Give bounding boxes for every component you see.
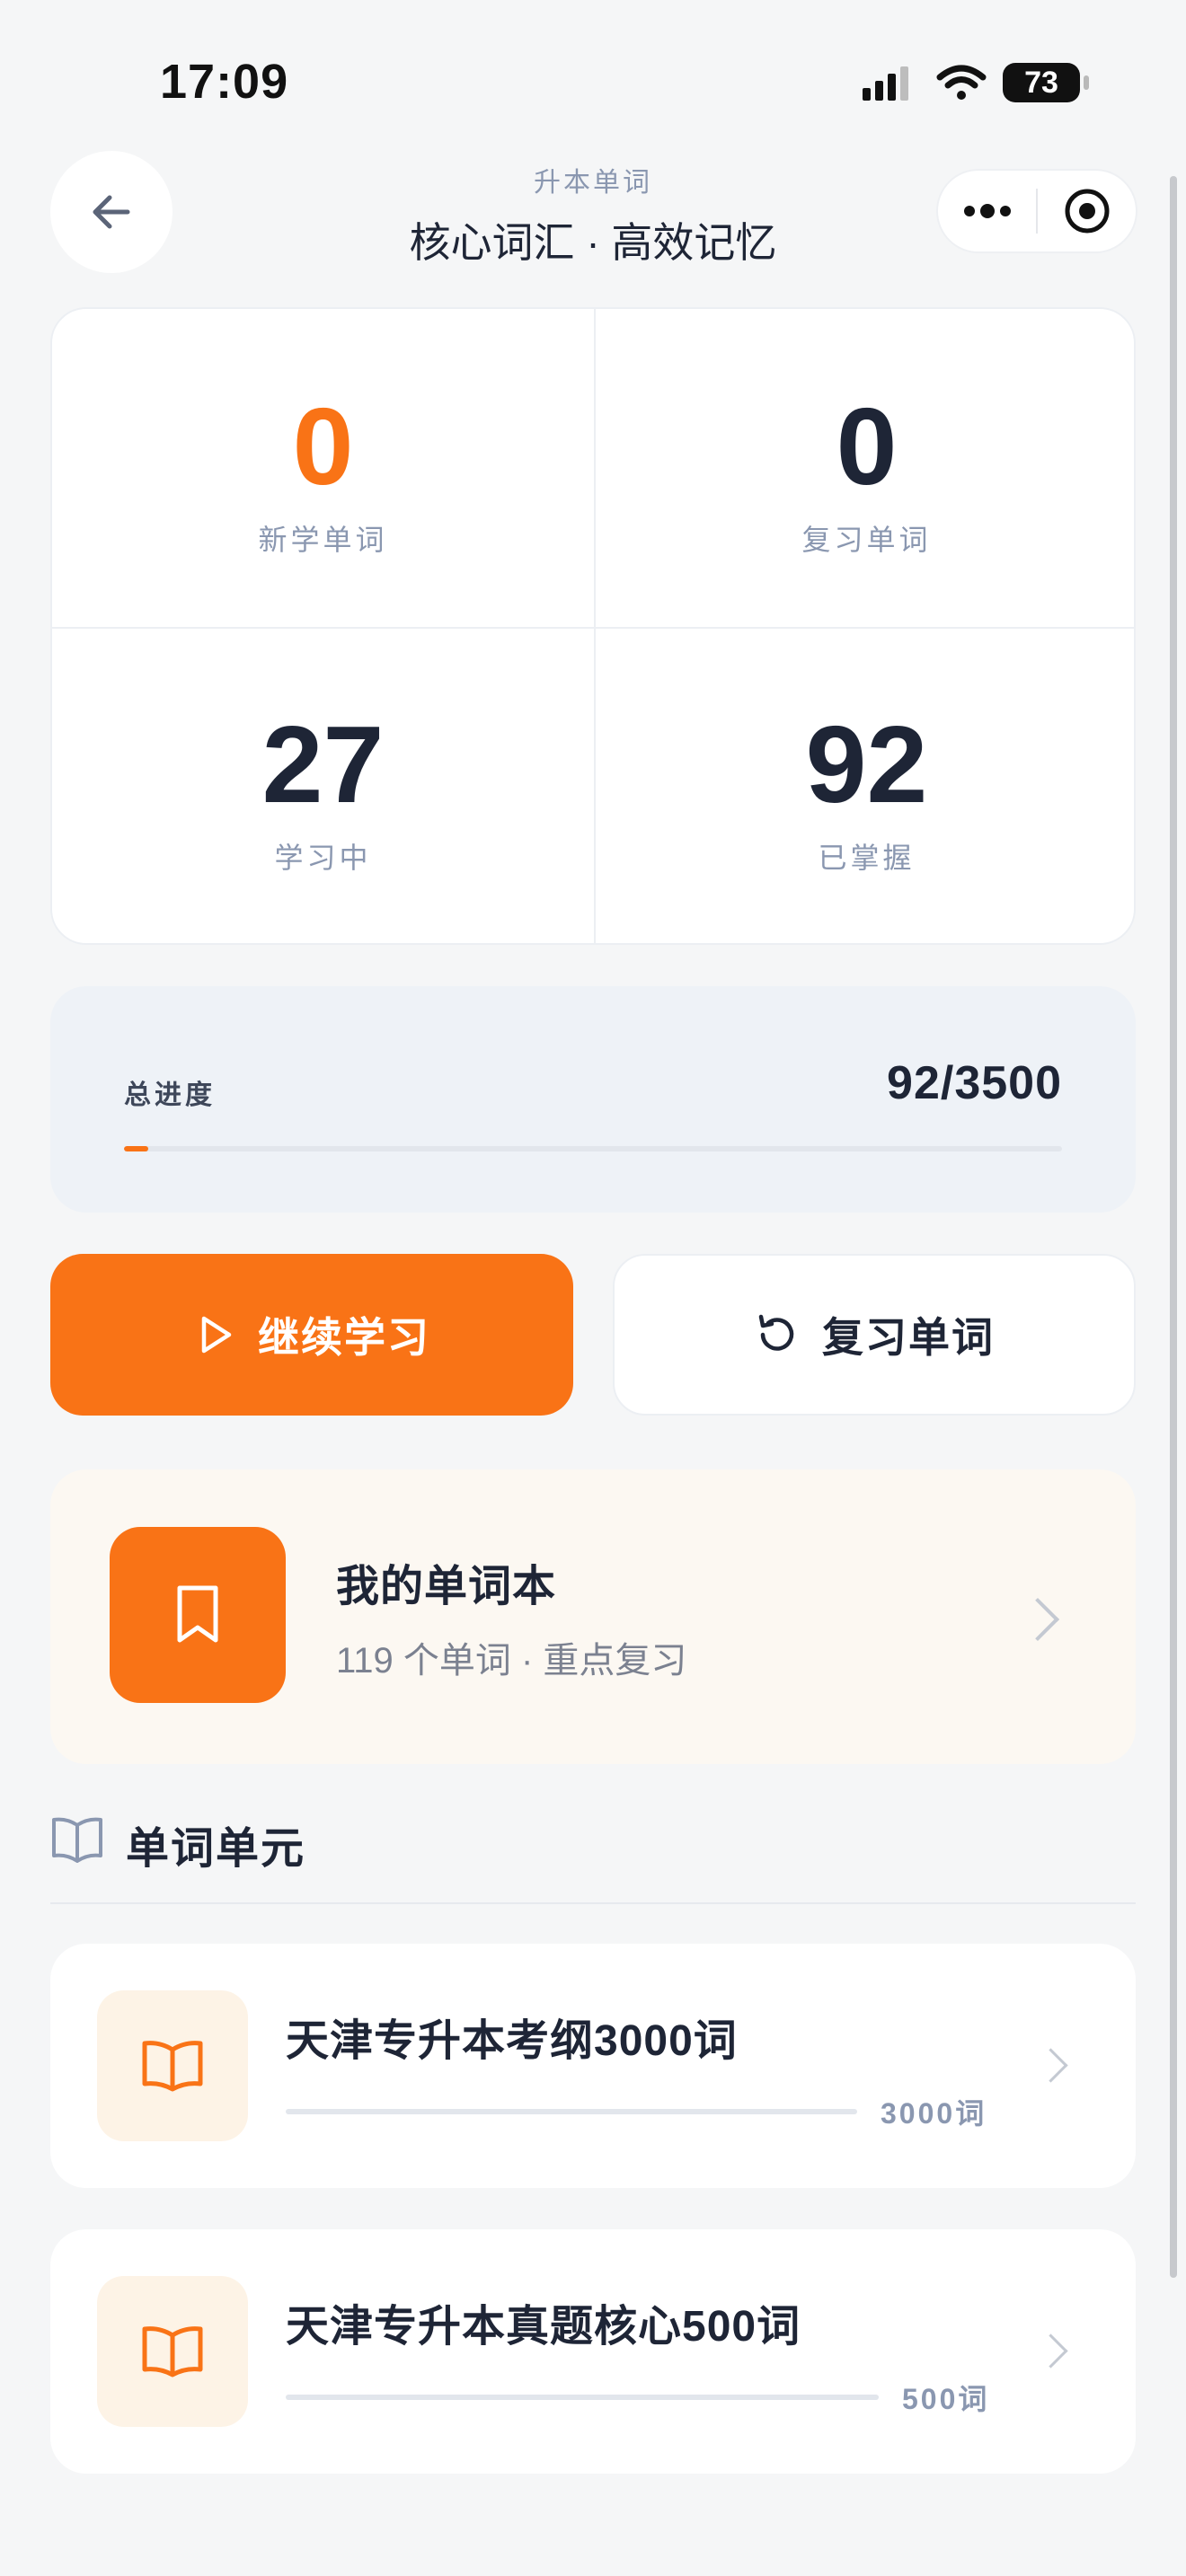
refresh-icon xyxy=(758,1314,794,1351)
battery-icon: 73 xyxy=(1003,63,1089,102)
stats-card: 0 新学单词 0 复习单词 27 学习中 92 已掌握 xyxy=(50,307,1136,945)
more-dots-icon xyxy=(963,204,1011,218)
unit-icon-tile xyxy=(97,1990,248,2141)
stat-new-value: 0 xyxy=(292,385,354,507)
scrollbar[interactable] xyxy=(1170,176,1177,2278)
book-open-icon xyxy=(50,1816,104,1867)
section-divider xyxy=(50,1902,1136,1904)
chevron-right-icon xyxy=(1033,2333,1068,2369)
unit-card[interactable]: 天津专升本考纲3000词 3000词 xyxy=(50,1944,1136,2188)
wifi-icon xyxy=(936,65,987,100)
stat-review-value: 0 xyxy=(836,385,898,507)
notebook-title: 我的单词本 xyxy=(336,1563,557,1610)
unit-title: 天津专升本考纲3000词 xyxy=(286,2017,738,2065)
target-icon xyxy=(1065,189,1109,234)
bookmark-icon xyxy=(177,1585,218,1643)
more-button[interactable] xyxy=(938,171,1036,251)
unit-title: 天津专升本真题核心500词 xyxy=(286,2303,801,2351)
unit-icon-tile xyxy=(97,2276,248,2427)
stat-mastered-label: 已掌握 xyxy=(818,842,916,874)
unit-progress-bar xyxy=(286,2109,857,2114)
close-miniprogram-button[interactable] xyxy=(1038,171,1136,251)
stat-review: 0 复习单词 xyxy=(596,392,1137,559)
signal-icon xyxy=(863,66,908,101)
stat-learning-label: 学习中 xyxy=(274,842,372,874)
stat-mastered: 92 已掌握 xyxy=(596,710,1137,877)
stats-divider-horizontal xyxy=(52,627,1134,629)
continue-learning-label: 继续学习 xyxy=(258,1314,430,1361)
miniprogram-capsule xyxy=(936,169,1137,253)
unit-word-count: 500词 xyxy=(902,2383,990,2415)
progress-value: 92/3500 xyxy=(887,1057,1062,1109)
progress-fill xyxy=(124,1146,149,1151)
notebook-subtitle: 119 个单词 · 重点复习 xyxy=(336,1641,687,1681)
battery-level: 73 xyxy=(1024,65,1058,100)
notebook-icon-tile xyxy=(110,1527,286,1703)
review-words-button[interactable]: 复习单词 xyxy=(613,1254,1136,1416)
stat-learning-value: 27 xyxy=(261,703,385,825)
continue-learning-button[interactable]: 继续学习 xyxy=(50,1254,573,1416)
stat-learning: 27 学习中 xyxy=(52,710,594,877)
progress-card: 总进度 92/3500 xyxy=(50,986,1136,1213)
review-words-label: 复习单词 xyxy=(822,1314,995,1361)
book-open-icon xyxy=(142,2041,203,2092)
stat-mastered-value: 92 xyxy=(805,703,928,825)
stat-new: 0 新学单词 xyxy=(52,392,594,559)
unit-card[interactable]: 天津专升本真题核心500词 500词 xyxy=(50,2229,1136,2474)
status-time: 17:09 xyxy=(160,55,289,109)
play-icon xyxy=(201,1316,232,1354)
stat-review-label: 复习单词 xyxy=(801,524,932,556)
word-notebook-card[interactable]: 我的单词本 119 个单词 · 重点复习 xyxy=(50,1469,1136,1764)
section-title: 单词单元 xyxy=(126,1825,306,1873)
book-open-icon xyxy=(142,2326,203,2378)
unit-progress-bar xyxy=(286,2395,879,2400)
progress-label: 总进度 xyxy=(124,1081,216,1110)
unit-word-count: 3000词 xyxy=(881,2097,987,2130)
chevron-right-icon xyxy=(1033,2048,1068,2083)
progress-bar xyxy=(124,1146,1062,1151)
stat-new-label: 新学单词 xyxy=(258,524,388,556)
status-icons: 73 xyxy=(863,63,1089,102)
chevron-right-icon xyxy=(1015,1597,1060,1642)
